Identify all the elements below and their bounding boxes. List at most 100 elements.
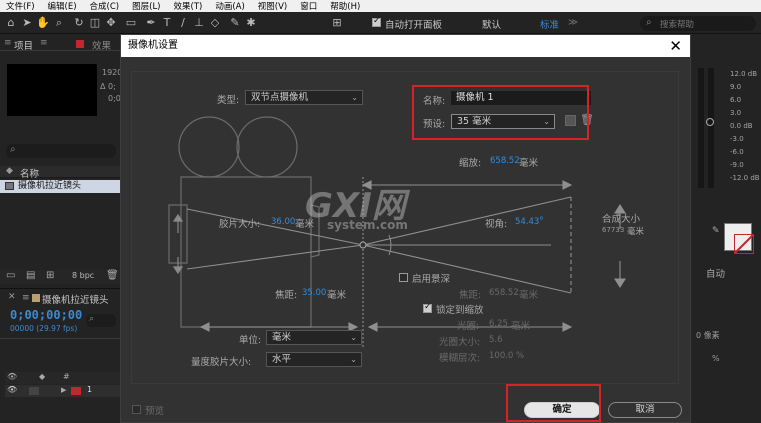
eye-icon[interactable]: 👁 <box>7 385 17 394</box>
measure-film-select[interactable]: 水平 ⌄ <box>266 352 362 367</box>
menu-edit[interactable]: 编辑(E) <box>42 0 84 12</box>
new-folder-icon[interactable]: ▤ <box>26 270 35 281</box>
stroke-color-swatch[interactable] <box>734 234 754 254</box>
snap-icon[interactable]: ⊞ <box>330 16 344 30</box>
new-comp-icon[interactable]: ⊞ <box>46 270 54 281</box>
home-icon[interactable]: ⌂ <box>4 16 18 30</box>
camera-name-input[interactable]: 摄像机 1 <box>451 91 591 105</box>
project-item-name: 摄像机拉近镜头 <box>18 181 82 191</box>
menu-file[interactable]: 文件(F) <box>0 0 42 12</box>
rotate-tool-icon[interactable]: ↻ <box>72 16 86 30</box>
auto-label[interactable]: 自动 <box>706 266 725 280</box>
dialog-title: 摄像机设置 <box>128 40 178 51</box>
camera-type-select[interactable]: 双节点摄像机 ⌄ <box>245 90 363 105</box>
search-icon: ⌕ <box>646 17 652 28</box>
timeline-comp-tab[interactable]: 摄像机拉近镜头 <box>42 292 109 306</box>
focal-length-value[interactable]: 35.00 <box>302 288 326 298</box>
camera-body <box>180 176 312 328</box>
puppet-tool-icon[interactable]: ✱ <box>244 16 258 30</box>
aperture-value: 6.25 <box>489 319 508 329</box>
auto-open-panel-label: 自动打开面板 <box>385 20 443 31</box>
workspace-more-icon[interactable]: ≫ <box>568 17 578 28</box>
pan-behind-tool-icon[interactable]: ✥ <box>104 16 118 30</box>
hash-icon: # <box>63 372 70 381</box>
menu-composition[interactable]: 合成(C) <box>84 0 127 12</box>
layer-header: 👁 ◆ # <box>5 372 122 384</box>
angle-value[interactable]: 54.43 <box>515 217 539 227</box>
timeline-timecode[interactable]: 0;00;00;00 <box>10 308 82 322</box>
hand-tool-icon[interactable]: ✋ <box>36 16 50 30</box>
eye-icon[interactable]: 👁 <box>7 372 17 381</box>
camera-tool-icon[interactable]: ◫ <box>88 16 102 30</box>
column-name[interactable]: 名称 <box>20 166 39 180</box>
close-icon[interactable]: ✕ <box>669 37 682 55</box>
panel-menu-icon[interactable]: ≡ <box>4 38 12 48</box>
type-label: 类型: <box>217 95 240 106</box>
audio-meter-right <box>708 68 714 188</box>
delete-preset-icon[interactable]: 🗑 <box>580 113 594 126</box>
lock-to-zoom-checkbox[interactable] <box>423 302 432 313</box>
film-size-value[interactable]: 36.00 <box>271 217 295 227</box>
solo-box[interactable] <box>29 387 39 395</box>
blur-level-value: 100.0 % <box>489 351 525 361</box>
expand-icon[interactable]: ▶ <box>61 386 66 394</box>
project-panel: ≡ 项目 ≡ 效果 1920 Δ 0; 0;0 ⌕ ◆ 名称 摄像机拉近镜头 ▭… <box>0 34 122 423</box>
ok-button[interactable]: 确定 <box>524 402 600 418</box>
project-list-header: ◆ 名称 <box>0 166 122 180</box>
selection-tool-icon[interactable]: ➤ <box>20 16 34 30</box>
measure-film-label: 量度胶片大小: <box>191 357 252 368</box>
workspace-standard[interactable]: 标准 <box>540 17 559 31</box>
workspace-default[interactable]: 默认 <box>482 17 501 31</box>
zoom-unit: 毫米 <box>519 158 539 169</box>
timeline-search-input[interactable]: ⌕ <box>86 314 116 327</box>
trash-icon[interactable]: 🗑 <box>106 270 119 281</box>
timeline-menu-icon[interactable]: ≡ <box>22 293 30 303</box>
roto-tool-icon[interactable]: ✎ <box>228 16 242 30</box>
menu-animation[interactable]: 动画(A) <box>209 0 251 12</box>
auto-open-panel-checkbox[interactable] <box>372 16 381 27</box>
brush-tool-icon[interactable]: ∕ <box>176 16 190 30</box>
menu-view[interactable]: 视图(V) <box>252 0 294 12</box>
focus-arrow-left <box>367 322 378 332</box>
pen-tool-icon[interactable]: ✒ <box>144 16 158 30</box>
menu-effect[interactable]: 效果(T) <box>168 0 210 12</box>
menu-help[interactable]: 帮助(H) <box>324 0 367 12</box>
project-search-input[interactable]: ⌕ <box>6 144 116 158</box>
units-select[interactable]: 毫米 ⌄ <box>266 330 362 345</box>
rectangle-tool-icon[interactable]: ▭ <box>124 16 138 30</box>
composition-icon <box>5 182 14 190</box>
watermark-site: system.com <box>327 218 408 232</box>
zoom-value[interactable]: 658.52 <box>490 156 520 166</box>
cancel-button[interactable]: 取消 <box>608 402 682 418</box>
preset-select[interactable]: 35 毫米 ⌄ <box>451 114 555 129</box>
menu-window[interactable]: 窗口 <box>294 0 324 12</box>
focal-length-label: 焦距: <box>275 290 298 301</box>
layer-label-swatch[interactable] <box>71 387 81 395</box>
focus-distance-value: 658.52 <box>489 288 519 298</box>
preset-value: 35 毫米 <box>457 116 492 127</box>
cancel-button-label: 取消 <box>635 404 655 415</box>
interpret-footage-icon[interactable]: ▭ <box>6 270 15 281</box>
lens-point <box>359 241 367 249</box>
chevron-down-icon: ⌄ <box>350 355 357 364</box>
close-tab-icon[interactable]: ✕ <box>8 292 16 302</box>
bit-depth[interactable]: 8 bpc <box>72 271 94 280</box>
type-tool-icon[interactable]: T <box>160 16 174 30</box>
preview-checkbox[interactable] <box>132 405 141 414</box>
ray-bottom-left <box>186 244 364 270</box>
eyedropper-icon[interactable]: ✎ <box>712 226 720 236</box>
project-item-row[interactable]: 摄像机拉近镜头 <box>0 180 122 193</box>
eraser-tool-icon[interactable]: ◇ <box>208 16 222 30</box>
focus-distance-unit: 毫米 <box>519 290 539 301</box>
save-preset-icon[interactable] <box>565 115 576 126</box>
zoom-tool-icon[interactable]: ⌕ <box>52 16 66 30</box>
enable-dof-checkbox[interactable] <box>399 273 408 282</box>
search-help-placeholder: 搜索帮助 <box>660 20 695 30</box>
panel-options-icon[interactable]: ≡ <box>40 38 48 48</box>
volume-knob[interactable] <box>706 118 714 126</box>
menu-layer[interactable]: 图层(L) <box>126 0 167 12</box>
search-help-field[interactable]: ⌕ 搜索帮助 <box>640 16 756 31</box>
clone-tool-icon[interactable]: ⊥ <box>192 16 206 30</box>
aperture-label: 光圈: <box>457 321 480 332</box>
layer-row[interactable]: 👁 ▶ 1 <box>5 385 122 397</box>
